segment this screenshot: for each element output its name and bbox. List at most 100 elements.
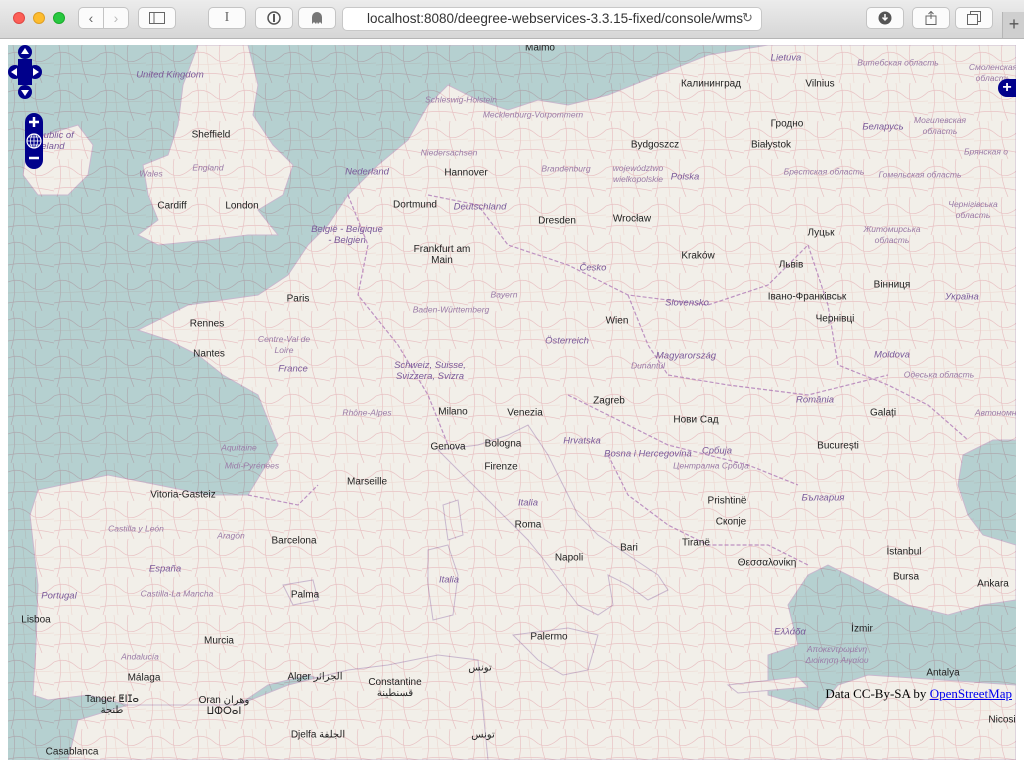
browser-toolbar: ‹ › I localhost:8080/deegree-webservices… [0, 0, 1024, 39]
label-vinnytsia: Вінниця [873, 279, 911, 291]
label-moldova: Moldova [874, 349, 910, 361]
label-dunantul: Dunántúl [630, 360, 666, 371]
label-tunis: تونس [468, 662, 492, 674]
label-centralna-srbija: Централна Србија [673, 460, 749, 471]
label-apokentromeni: Αποκεντρωμένη Διοίκηση Αιγαίου [805, 644, 869, 665]
label-firenze: Firenze [484, 461, 518, 473]
label-thessaloniki: Θεσσαλονίκη [737, 557, 797, 569]
label-cesko: Česko [579, 262, 607, 274]
label-nantes: Nantes [193, 348, 225, 360]
pan-control [8, 45, 42, 99]
label-novi-sad: Нови Сад [673, 414, 719, 426]
label-zagreb: Zagreb [593, 395, 625, 407]
label-belgie: België - Belgique - Belgien [311, 224, 383, 246]
label-ivano-frankivsk: Івано-Франківськ [767, 291, 847, 303]
label-vitoria-gasteiz: Vitoria-Gasteiz [150, 489, 216, 501]
download-icon [878, 11, 892, 25]
downloads-button[interactable] [866, 7, 904, 29]
label-paris: Paris [286, 293, 310, 305]
address-bar[interactable]: localhost:8080/deegree-webservices-3.3.1… [342, 7, 762, 31]
share-button[interactable] [912, 7, 950, 29]
label-constantine: Constantine قسنطينة [368, 677, 422, 699]
minimize-window-button[interactable] [33, 12, 45, 24]
label-palma: Palma [290, 589, 320, 601]
label-prishtine: Prishtinë [707, 495, 747, 507]
label-zhytomyr: Житомирська область [863, 224, 921, 245]
key-icon [267, 11, 281, 25]
label-wroclaw: Wrocław [612, 213, 652, 225]
label-hannover: Hannover [444, 167, 488, 179]
label-midi-pyrenees: Midi-Pyrénées [224, 460, 280, 471]
zoom-window-button[interactable] [53, 12, 65, 24]
label-casablanca: Casablanca [45, 746, 99, 758]
share-icon [925, 10, 937, 25]
label-chernivtsi: Чернівці [815, 313, 855, 325]
new-tab-button[interactable]: + [1002, 12, 1024, 38]
zoom-world-button[interactable] [26, 133, 42, 149]
label-france: France [278, 363, 308, 375]
label-galati: Galați [869, 407, 897, 419]
label-bialystok: Białystok [750, 139, 792, 151]
label-skopje: Скопје [715, 516, 747, 528]
url-text: localhost:8080/deegree-webservices-3.3.1… [367, 11, 743, 26]
label-murcia: Murcia [203, 635, 235, 647]
label-niedersachsen: Niedersachsen [420, 147, 478, 158]
label-bucuresti: București [817, 440, 859, 452]
label-rennes: Rennes [189, 318, 225, 330]
plus-icon: + [1002, 79, 1012, 96]
label-mecklenburg: Mecklenburg-Vorpommern [482, 109, 584, 120]
sidebar-button[interactable] [138, 7, 176, 29]
label-schleswig-holstein: Schleswig-Holstein [425, 94, 497, 105]
label-bari: Bari [620, 542, 638, 554]
label-ellada: Ελλάδα [774, 626, 806, 638]
reload-icon[interactable]: ↻ [742, 10, 753, 26]
label-tunis-2: تونس [471, 729, 495, 741]
label-lutsk: Луцьк [807, 227, 835, 239]
label-espana: España [148, 563, 182, 575]
label-venezia: Venezia [507, 407, 543, 419]
label-italia: Italia [517, 497, 539, 509]
label-united-kingdom: United Kingdom [136, 69, 204, 81]
label-tanger: Tanger ⵟⵏⵊⴰ طنجة [84, 694, 140, 716]
label-belarus: Беларусь [862, 121, 904, 133]
password-button[interactable] [255, 7, 293, 29]
close-window-button[interactable] [13, 12, 25, 24]
zoom-control [25, 113, 43, 169]
forward-button[interactable]: › [103, 7, 129, 29]
map-view[interactable]: Malmo Lietuva Смоленская область Витебск… [8, 45, 1016, 760]
label-ukraina: Україна [945, 291, 979, 303]
tabs-overview-button[interactable] [955, 7, 993, 29]
ghost-icon [312, 12, 322, 24]
openstreetmap-link[interactable]: OpenStreetMap [930, 686, 1012, 701]
label-marseille: Marseille [346, 476, 388, 488]
label-istanbul: İstanbul [886, 546, 922, 558]
label-ankara: Ankara [977, 578, 1009, 590]
label-gomel: Гомельская область [878, 169, 962, 180]
label-frankfurt: Frankfurt am Main [413, 244, 471, 266]
ghostery-button[interactable] [298, 7, 336, 29]
label-tirane: Tiranë [682, 537, 710, 549]
label-bosna: Bosna i Hercegovina [604, 448, 692, 460]
back-button[interactable]: ‹ [78, 7, 104, 29]
label-bursa: Bursa [892, 571, 920, 583]
attribution-text: Data CC-By-SA by [825, 686, 930, 701]
label-lisboa: Lisboa [21, 614, 51, 626]
label-milano: Milano [438, 406, 468, 418]
label-roma: Roma [514, 519, 542, 531]
label-bologna: Bologna [484, 438, 522, 450]
tabs-icon [967, 11, 981, 25]
label-brandenburg: Brandenburg [541, 163, 591, 174]
label-izmir: İzmir [851, 623, 873, 635]
label-slovensko: Slovensko [665, 297, 709, 309]
label-vitebsk: Витебская область [857, 57, 939, 68]
label-london: London [225, 200, 259, 212]
label-schweiz: Schweiz, Suisse, Svizzera, Svizra [394, 360, 466, 382]
label-polska: Polska [670, 171, 700, 183]
label-wien: Wien [605, 315, 629, 327]
label-italia-sardinia: Italia [438, 574, 460, 586]
label-deutschland: Deutschland [453, 201, 507, 213]
label-aquitaine: Aquitaine [221, 442, 257, 453]
label-hrodna: Гродно [770, 118, 804, 130]
layer-switcher-button[interactable]: + [998, 79, 1016, 97]
reader-button[interactable]: I [208, 7, 246, 29]
